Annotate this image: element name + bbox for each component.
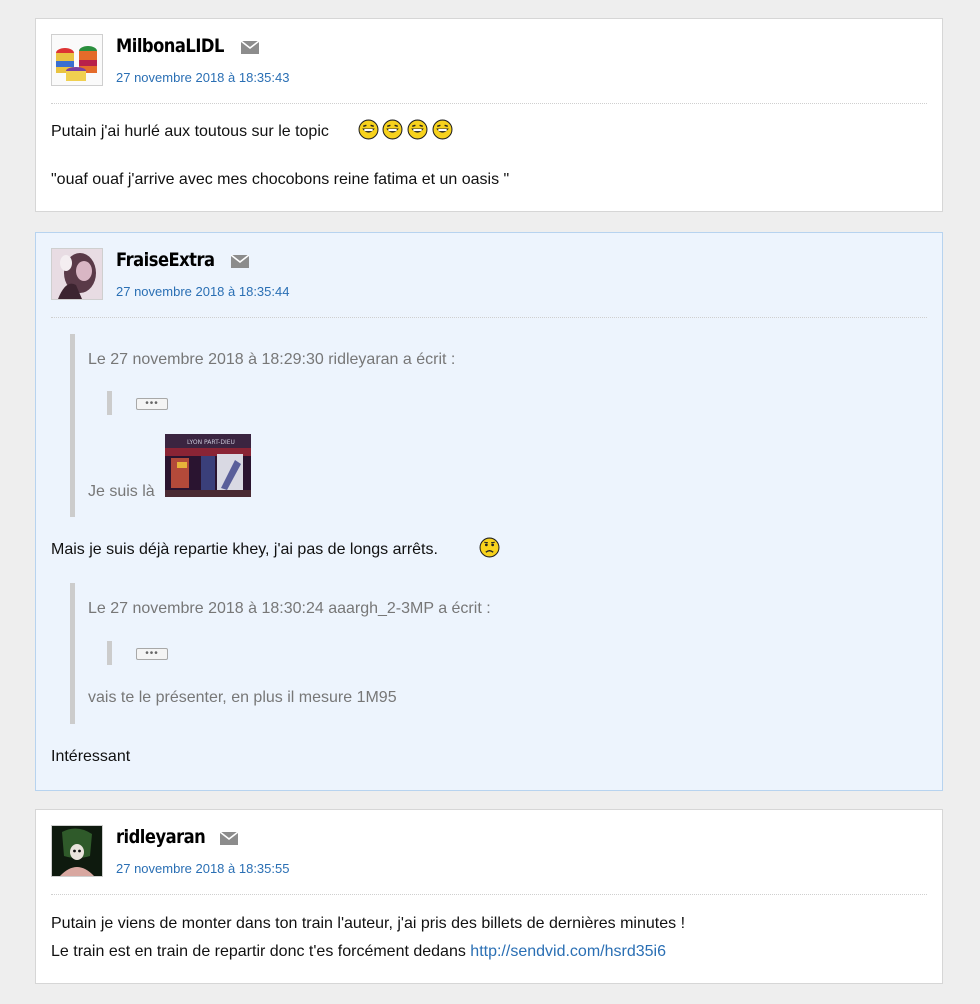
train-station-image[interactable]: LYON PART-DIEU <box>165 434 251 497</box>
post-date[interactable]: 27 novembre 2018 à 18:35:44 <box>116 284 289 299</box>
rire-smiley <box>382 119 403 140</box>
envelope-icon[interactable] <box>231 255 249 268</box>
divider <box>51 894 927 895</box>
expand-quote-button[interactable]: ••• <box>136 398 168 410</box>
quote-header: Le 27 novembre 2018 à 18:29:30 ridleyara… <box>88 351 456 368</box>
message-line: Intéressant <box>51 748 131 765</box>
author-name[interactable]: MilbonaLIDL <box>116 35 224 57</box>
avatar[interactable] <box>51 34 103 86</box>
nested-quote-bar <box>107 641 112 665</box>
nested-quote-bar <box>107 391 112 415</box>
smiley-group <box>358 119 458 141</box>
author-name[interactable]: FraiseExtra <box>116 249 215 271</box>
divider <box>51 317 927 318</box>
image-caption: LYON PART-DIEU <box>187 439 235 446</box>
message-line: Mais je suis déjà repartie khey, j'ai pa… <box>51 541 438 558</box>
rire-smiley <box>358 119 379 140</box>
envelope-icon[interactable] <box>241 41 259 54</box>
message-line: "ouaf ouaf j'arrive avec mes chocobons r… <box>51 171 510 188</box>
expand-quote-button[interactable]: ••• <box>136 648 168 660</box>
post-milbonalidl: MilbonaLIDL 27 novembre 2018 à 18:35:43 … <box>35 18 943 212</box>
rire-smiley <box>432 119 453 140</box>
envelope-icon[interactable] <box>220 832 238 845</box>
avatar[interactable] <box>51 248 103 300</box>
quote-header: Le 27 novembre 2018 à 18:30:24 aaargh_2-… <box>88 600 491 617</box>
avatar[interactable] <box>51 825 103 877</box>
message-line: Putain je viens de monter dans ton train… <box>51 915 686 932</box>
post-date[interactable]: 27 novembre 2018 à 18:35:43 <box>116 70 289 85</box>
message-line: Le train est en train de repartir donc t… <box>51 943 666 960</box>
sendvid-link[interactable]: http://sendvid.com/hsrd35i6 <box>470 943 666 960</box>
post-date[interactable]: 27 novembre 2018 à 18:35:55 <box>116 861 289 876</box>
divider <box>51 103 927 104</box>
message-line: Putain j'ai hurlé aux toutous sur le top… <box>51 123 329 140</box>
author-name[interactable]: ridleyaran <box>116 826 206 848</box>
quote-text: Je suis là <box>88 483 155 500</box>
post-ridleyaran: ridleyaran 27 novembre 2018 à 18:35:55 P… <box>35 809 943 984</box>
quote-block: Le 27 novembre 2018 à 18:30:24 aaargh_2-… <box>70 583 491 724</box>
quote-text: vais te le présenter, en plus il mesure … <box>88 689 397 706</box>
quote-block: Le 27 novembre 2018 à 18:29:30 ridleyara… <box>70 334 455 517</box>
rire-smiley <box>407 119 428 140</box>
post-fraiseextra: FraiseExtra 27 novembre 2018 à 18:35:44 … <box>35 232 943 791</box>
worried-smiley <box>479 537 500 558</box>
